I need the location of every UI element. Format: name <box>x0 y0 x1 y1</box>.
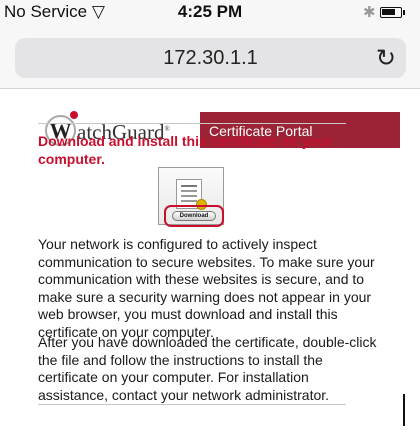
install-paragraph: After you have downloaded the certificat… <box>38 334 377 403</box>
logo-dot <box>70 111 78 119</box>
reload-icon[interactable]: ↻ <box>376 44 396 73</box>
download-button[interactable]: Download <box>172 211 216 221</box>
status-bar: No Service ▽ 4:25 PM ✱ <box>0 0 420 26</box>
battery-icon <box>380 7 402 18</box>
instructions-paragraph: Your network is configured to actively i… <box>38 236 375 340</box>
url-text[interactable]: 172.30.1.1 <box>15 47 406 70</box>
header-divider <box>38 123 346 124</box>
text-cursor <box>403 394 405 426</box>
bluetooth-icon: ✱ <box>363 4 376 21</box>
download-highlight: Download <box>164 205 224 227</box>
footer-divider <box>38 404 346 405</box>
page-headline: Download and install this certificate on… <box>38 133 333 167</box>
address-bar[interactable]: 172.30.1.1 ↻ <box>15 38 406 78</box>
browser-toolbar: 172.30.1.1 ↻ <box>0 26 420 89</box>
battery-tip <box>403 10 405 15</box>
clock: 4:25 PM <box>177 2 243 21</box>
